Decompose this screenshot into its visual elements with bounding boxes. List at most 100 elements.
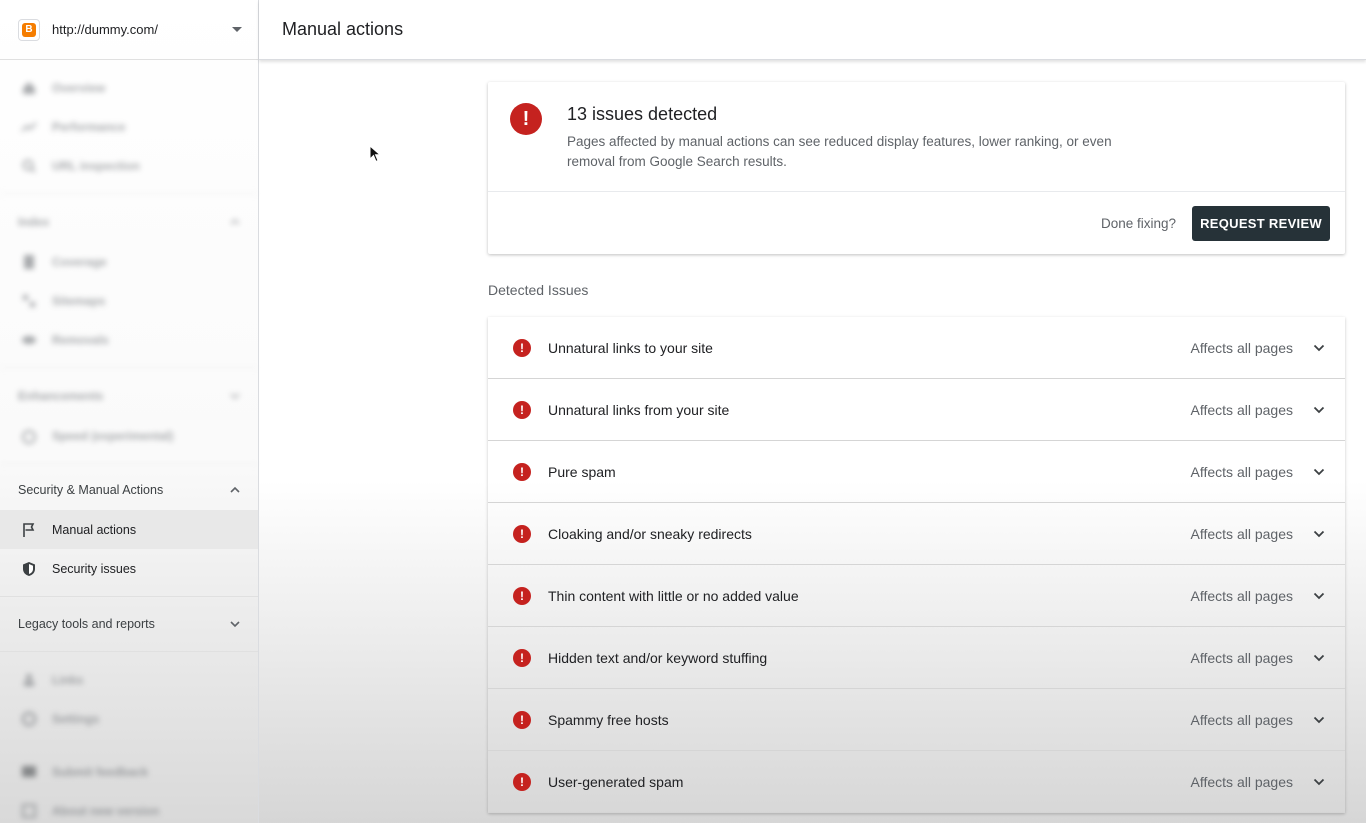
alert-icon: ! xyxy=(513,710,531,729)
dropdown-caret-icon[interactable] xyxy=(232,27,242,32)
sidebar-item-links[interactable]: Links xyxy=(0,660,258,699)
chevron-down-icon[interactable] xyxy=(1313,716,1325,724)
alert-icon: ! xyxy=(513,586,531,605)
sidebar-item-label: Submit feedback xyxy=(52,764,149,779)
sidebar-item-settings[interactable]: Settings xyxy=(0,699,258,738)
chevron-down-icon[interactable] xyxy=(1313,344,1325,352)
page-title: Manual actions xyxy=(282,19,404,39)
chevron-down-icon[interactable] xyxy=(1313,654,1325,662)
sidebar-item-label: Performance xyxy=(52,119,126,134)
detected-issues-heading: Detected Issues xyxy=(488,282,589,298)
alert-icon: ! xyxy=(513,338,531,357)
issue-name: Cloaking and/or sneaky redirects xyxy=(548,525,752,542)
request-review-button[interactable]: REQUEST REVIEW xyxy=(1192,205,1330,241)
shield-icon xyxy=(20,560,38,578)
issue-scope: Affects all pages xyxy=(1190,773,1293,790)
chevron-down-icon[interactable] xyxy=(1313,406,1325,414)
chevron-up-icon xyxy=(230,218,240,225)
sidebar-item-label: Sitemaps xyxy=(52,293,106,308)
sidebar-item-label: URL inspection xyxy=(52,158,140,173)
sidebar-item-security-issues[interactable]: Security issues xyxy=(0,549,258,588)
nav-section-main: Overview Performance URL inspection xyxy=(0,60,258,194)
gear-icon xyxy=(20,710,38,728)
chevron-down-icon[interactable] xyxy=(1313,778,1325,786)
sidebar-item-submit-feedback[interactable]: Submit feedback xyxy=(0,752,258,791)
chevron-up-icon xyxy=(230,486,240,493)
issue-name: Thin content with little or no added val… xyxy=(548,587,799,604)
issue-row[interactable]: ! Cloaking and/or sneaky redirects Affec… xyxy=(488,503,1345,565)
issue-row[interactable]: ! Thin content with little or no added v… xyxy=(488,565,1345,627)
issue-scope: Affects all pages xyxy=(1190,401,1293,418)
page-header: Manual actions xyxy=(259,0,1366,60)
issue-row[interactable]: ! Hidden text and/or keyword stuffing Af… xyxy=(488,627,1345,689)
sidebar-item-speed[interactable]: Speed (experimental) xyxy=(0,416,258,455)
issue-name: Unnatural links from your site xyxy=(548,401,730,418)
sidebar-item-manual-actions[interactable]: Manual actions xyxy=(0,510,258,549)
sidebar-item-label: About new version xyxy=(52,803,160,818)
issue-row[interactable]: ! Pure spam Affects all pages xyxy=(488,441,1345,503)
sidebar: B http://dummy.com/ Overview Performance… xyxy=(0,0,259,823)
issue-row[interactable]: ! Unnatural links to your site Affects a… xyxy=(488,317,1345,379)
sidebar-item-label: Removals xyxy=(52,332,109,347)
sidebar-item-label: Coverage xyxy=(52,254,107,269)
sidebar-item-overview[interactable]: Overview xyxy=(0,68,258,107)
issue-name: User-generated spam xyxy=(548,773,684,790)
nav-section-index: Index Coverage Sitemaps Removals xyxy=(0,194,258,368)
issue-scope: Affects all pages xyxy=(1190,463,1293,480)
issue-scope: Affects all pages xyxy=(1190,339,1293,356)
info-icon xyxy=(20,802,38,820)
flag-icon xyxy=(20,521,38,539)
section-header-index[interactable]: Index xyxy=(0,202,258,242)
property-selector[interactable]: B http://dummy.com/ xyxy=(0,0,258,60)
section-header-security[interactable]: Security & Manual Actions xyxy=(0,470,258,510)
sidebar-item-label: Security issues xyxy=(52,561,137,576)
issue-name: Hidden text and/or keyword stuffing xyxy=(548,649,768,666)
sitemap-icon xyxy=(20,292,38,310)
issue-name: Unnatural links to your site xyxy=(548,339,713,356)
chevron-down-icon xyxy=(230,393,240,400)
issue-name: Spammy free hosts xyxy=(548,711,669,728)
issue-scope: Affects all pages xyxy=(1190,649,1293,666)
chevron-down-icon[interactable] xyxy=(1313,468,1325,476)
feedback-icon xyxy=(20,763,38,781)
sidebar-item-label: Links xyxy=(52,672,84,687)
chevron-down-icon xyxy=(230,621,240,628)
sidebar-item-coverage[interactable]: Coverage xyxy=(0,242,258,281)
trending-icon xyxy=(20,118,38,136)
issues-summary-card: ! 13 issues detected Pages affected by m… xyxy=(488,82,1345,254)
mouse-cursor-icon xyxy=(369,145,381,163)
sidebar-item-about[interactable]: About new version xyxy=(0,791,258,823)
section-title: Security & Manual Actions xyxy=(18,483,164,497)
search-icon xyxy=(20,157,38,175)
file-icon xyxy=(20,253,38,271)
sidebar-item-label: Settings xyxy=(52,711,100,726)
sidebar-item-url-inspection[interactable]: URL inspection xyxy=(0,146,258,185)
sidebar-item-label: Overview xyxy=(52,80,106,95)
sidebar-item-label: Speed (experimental) xyxy=(52,428,174,443)
alert-icon: ! xyxy=(513,462,531,481)
section-header-legacy[interactable]: Legacy tools and reports xyxy=(0,604,258,644)
issue-scope: Affects all pages xyxy=(1190,525,1293,542)
alert-icon: ! xyxy=(513,648,531,667)
alert-icon: ! xyxy=(513,400,531,419)
alert-icon: ! xyxy=(510,103,542,135)
section-title: Legacy tools and reports xyxy=(18,617,155,631)
chevron-down-icon[interactable] xyxy=(1313,530,1325,538)
sidebar-item-removals[interactable]: Removals xyxy=(0,320,258,359)
alert-icon: ! xyxy=(513,524,531,543)
links-icon xyxy=(20,671,38,689)
section-header-enhancements[interactable]: Enhancements xyxy=(0,376,258,416)
chevron-down-icon[interactable] xyxy=(1313,592,1325,600)
issues-list: ! Unnatural links to your site Affects a… xyxy=(488,317,1345,813)
summary-title: 13 issues detected xyxy=(567,104,718,124)
sidebar-item-performance[interactable]: Performance xyxy=(0,107,258,146)
issue-row[interactable]: ! Unnatural links from your site Affects… xyxy=(488,379,1345,441)
issue-row[interactable]: ! Spammy free hosts Affects all pages xyxy=(488,689,1345,751)
home-icon xyxy=(20,79,38,97)
nav-section-legacy: Legacy tools and reports xyxy=(0,597,258,652)
nav-section-bottom: Links Settings Submit feedback About new… xyxy=(0,652,258,823)
sidebar-item-label: Manual actions xyxy=(52,522,137,537)
speed-icon xyxy=(20,427,38,445)
sidebar-item-sitemaps[interactable]: Sitemaps xyxy=(0,281,258,320)
issue-row[interactable]: ! User-generated spam Affects all pages xyxy=(488,751,1345,813)
